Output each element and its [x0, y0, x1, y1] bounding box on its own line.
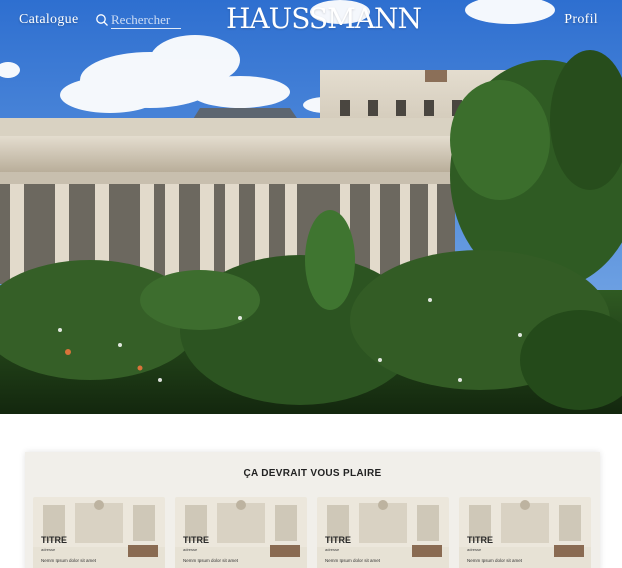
- card-title: TITRE: [41, 535, 67, 545]
- card-title: TITRE: [325, 535, 351, 545]
- card-title: TITRE: [467, 535, 493, 545]
- card-address: adresse: [41, 547, 56, 552]
- search-input[interactable]: [111, 11, 181, 29]
- site-logo[interactable]: HAUSSMANN: [226, 2, 422, 35]
- nav-catalogue-link[interactable]: Catalogue: [19, 12, 78, 28]
- nav-profil-link[interactable]: Profil: [564, 12, 598, 28]
- card-address: adresse: [467, 547, 482, 552]
- section-title: ÇA DEVRAIT VOUS PLAIRE: [243, 468, 382, 479]
- recommendation-card[interactable]: TITRE adresse Nemm Ipsum dolor sit amet: [33, 497, 165, 568]
- search-bar: [95, 11, 185, 31]
- card-description: Nemm Ipsum dolor sit amet: [325, 558, 381, 563]
- recommendation-card[interactable]: TITRE adresse Nemm Ipsum dolor sit amet: [175, 497, 307, 568]
- search-icon[interactable]: [95, 13, 109, 27]
- card-description: Nemm Ipsum dolor sit amet: [41, 558, 97, 563]
- site-header: Catalogue HAUSSMANN Profil: [0, 0, 622, 44]
- recommendations-section: ÇA DEVRAIT VOUS PLAIRE TITRE adresse Nem…: [25, 452, 600, 568]
- recommendation-card[interactable]: TITRE adresse Nemm Ipsum dolor sit amet: [459, 497, 591, 568]
- card-list: TITRE adresse Nemm Ipsum dolor sit amet …: [33, 497, 593, 568]
- card-address: adresse: [325, 547, 340, 552]
- card-address: adresse: [183, 547, 198, 552]
- hero-image: [0, 0, 622, 414]
- card-description: Nemm Ipsum dolor sit amet: [467, 558, 523, 563]
- card-title: TITRE: [183, 535, 209, 545]
- card-description: Nemm Ipsum dolor sit amet: [183, 558, 239, 563]
- recommendation-card[interactable]: TITRE adresse Nemm Ipsum dolor sit amet: [317, 497, 449, 568]
